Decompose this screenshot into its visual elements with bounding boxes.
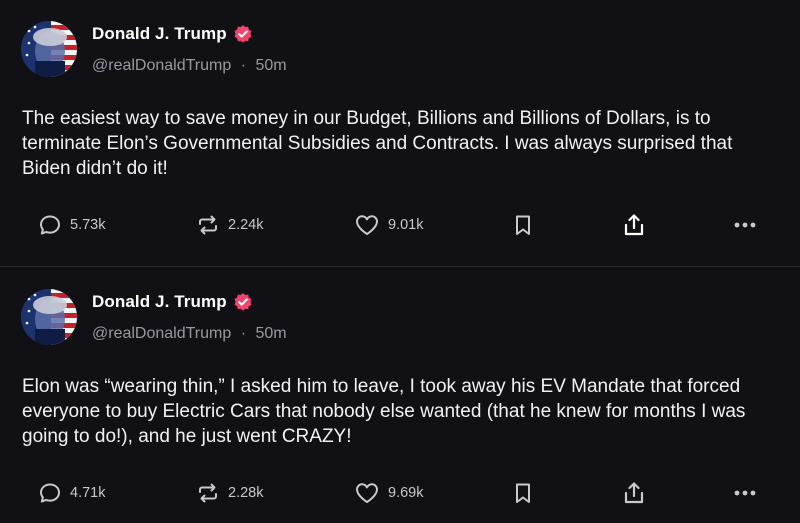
repost-count: 2.24k xyxy=(228,217,264,233)
reply-count: 5.73k xyxy=(70,217,106,233)
reply-button[interactable]: 5.73k xyxy=(38,210,105,240)
share-icon xyxy=(624,482,644,504)
reply-count: 4.71k xyxy=(70,485,106,501)
repost-icon xyxy=(199,215,217,235)
handle-row: @realDonaldTrump · 50m xyxy=(92,57,287,75)
reply-icon xyxy=(40,483,60,503)
handle-row: @realDonaldTrump · 50m xyxy=(92,325,287,343)
action-bar: 5.73k 2.24k 9.01k xyxy=(0,210,800,240)
reply-icon xyxy=(40,215,60,235)
avatar[interactable] xyxy=(21,289,77,345)
post-feed: Donald J. Trump @realDonaldTrump · 50m T… xyxy=(0,0,800,523)
post-time[interactable]: 50m xyxy=(256,325,287,342)
share-button[interactable] xyxy=(621,478,647,508)
verified-badge-icon xyxy=(233,24,253,44)
author-name[interactable]: Donald J. Trump xyxy=(92,24,227,44)
post[interactable]: Donald J. Trump @realDonaldTrump · 50m T… xyxy=(0,0,800,266)
repost-count: 2.28k xyxy=(228,485,264,501)
bookmark-icon xyxy=(516,483,530,503)
more-button[interactable] xyxy=(732,210,758,240)
separator-dot: · xyxy=(240,325,247,342)
bookmark-icon xyxy=(516,215,530,235)
author-handle[interactable]: @realDonaldTrump xyxy=(92,57,231,74)
share-button[interactable] xyxy=(621,210,647,240)
separator-dot: · xyxy=(240,57,247,74)
author-row: Donald J. Trump xyxy=(92,292,253,312)
avatar[interactable] xyxy=(21,21,77,77)
bookmark-button[interactable] xyxy=(512,478,534,508)
heart-icon xyxy=(356,215,378,235)
more-icon xyxy=(734,490,756,496)
author-row: Donald J. Trump xyxy=(92,24,253,44)
verified-badge-icon xyxy=(233,292,253,312)
post-time[interactable]: 50m xyxy=(256,57,287,74)
post-text: The easiest way to save money in our Bud… xyxy=(22,108,733,179)
author-handle[interactable]: @realDonaldTrump xyxy=(92,325,231,342)
like-button[interactable]: 9.01k xyxy=(354,210,423,240)
post-text: Elon was “wearing thin,” I asked him to … xyxy=(22,376,746,447)
more-icon xyxy=(734,222,756,228)
share-icon xyxy=(624,214,644,236)
author-name[interactable]: Donald J. Trump xyxy=(92,292,227,312)
action-bar: 4.71k 2.28k 9.69k xyxy=(0,478,800,508)
like-count: 9.69k xyxy=(388,485,424,501)
like-count: 9.01k xyxy=(388,217,424,233)
more-button[interactable] xyxy=(732,478,758,508)
repost-button[interactable]: 2.24k xyxy=(196,210,263,240)
repost-icon xyxy=(199,483,217,503)
post-divider xyxy=(0,266,800,267)
bookmark-button[interactable] xyxy=(512,210,534,240)
post[interactable]: Donald J. Trump @realDonaldTrump · 50m E… xyxy=(0,268,800,523)
like-button[interactable]: 9.69k xyxy=(354,478,423,508)
repost-button[interactable]: 2.28k xyxy=(196,478,263,508)
heart-icon xyxy=(356,483,378,503)
reply-button[interactable]: 4.71k xyxy=(38,478,105,508)
